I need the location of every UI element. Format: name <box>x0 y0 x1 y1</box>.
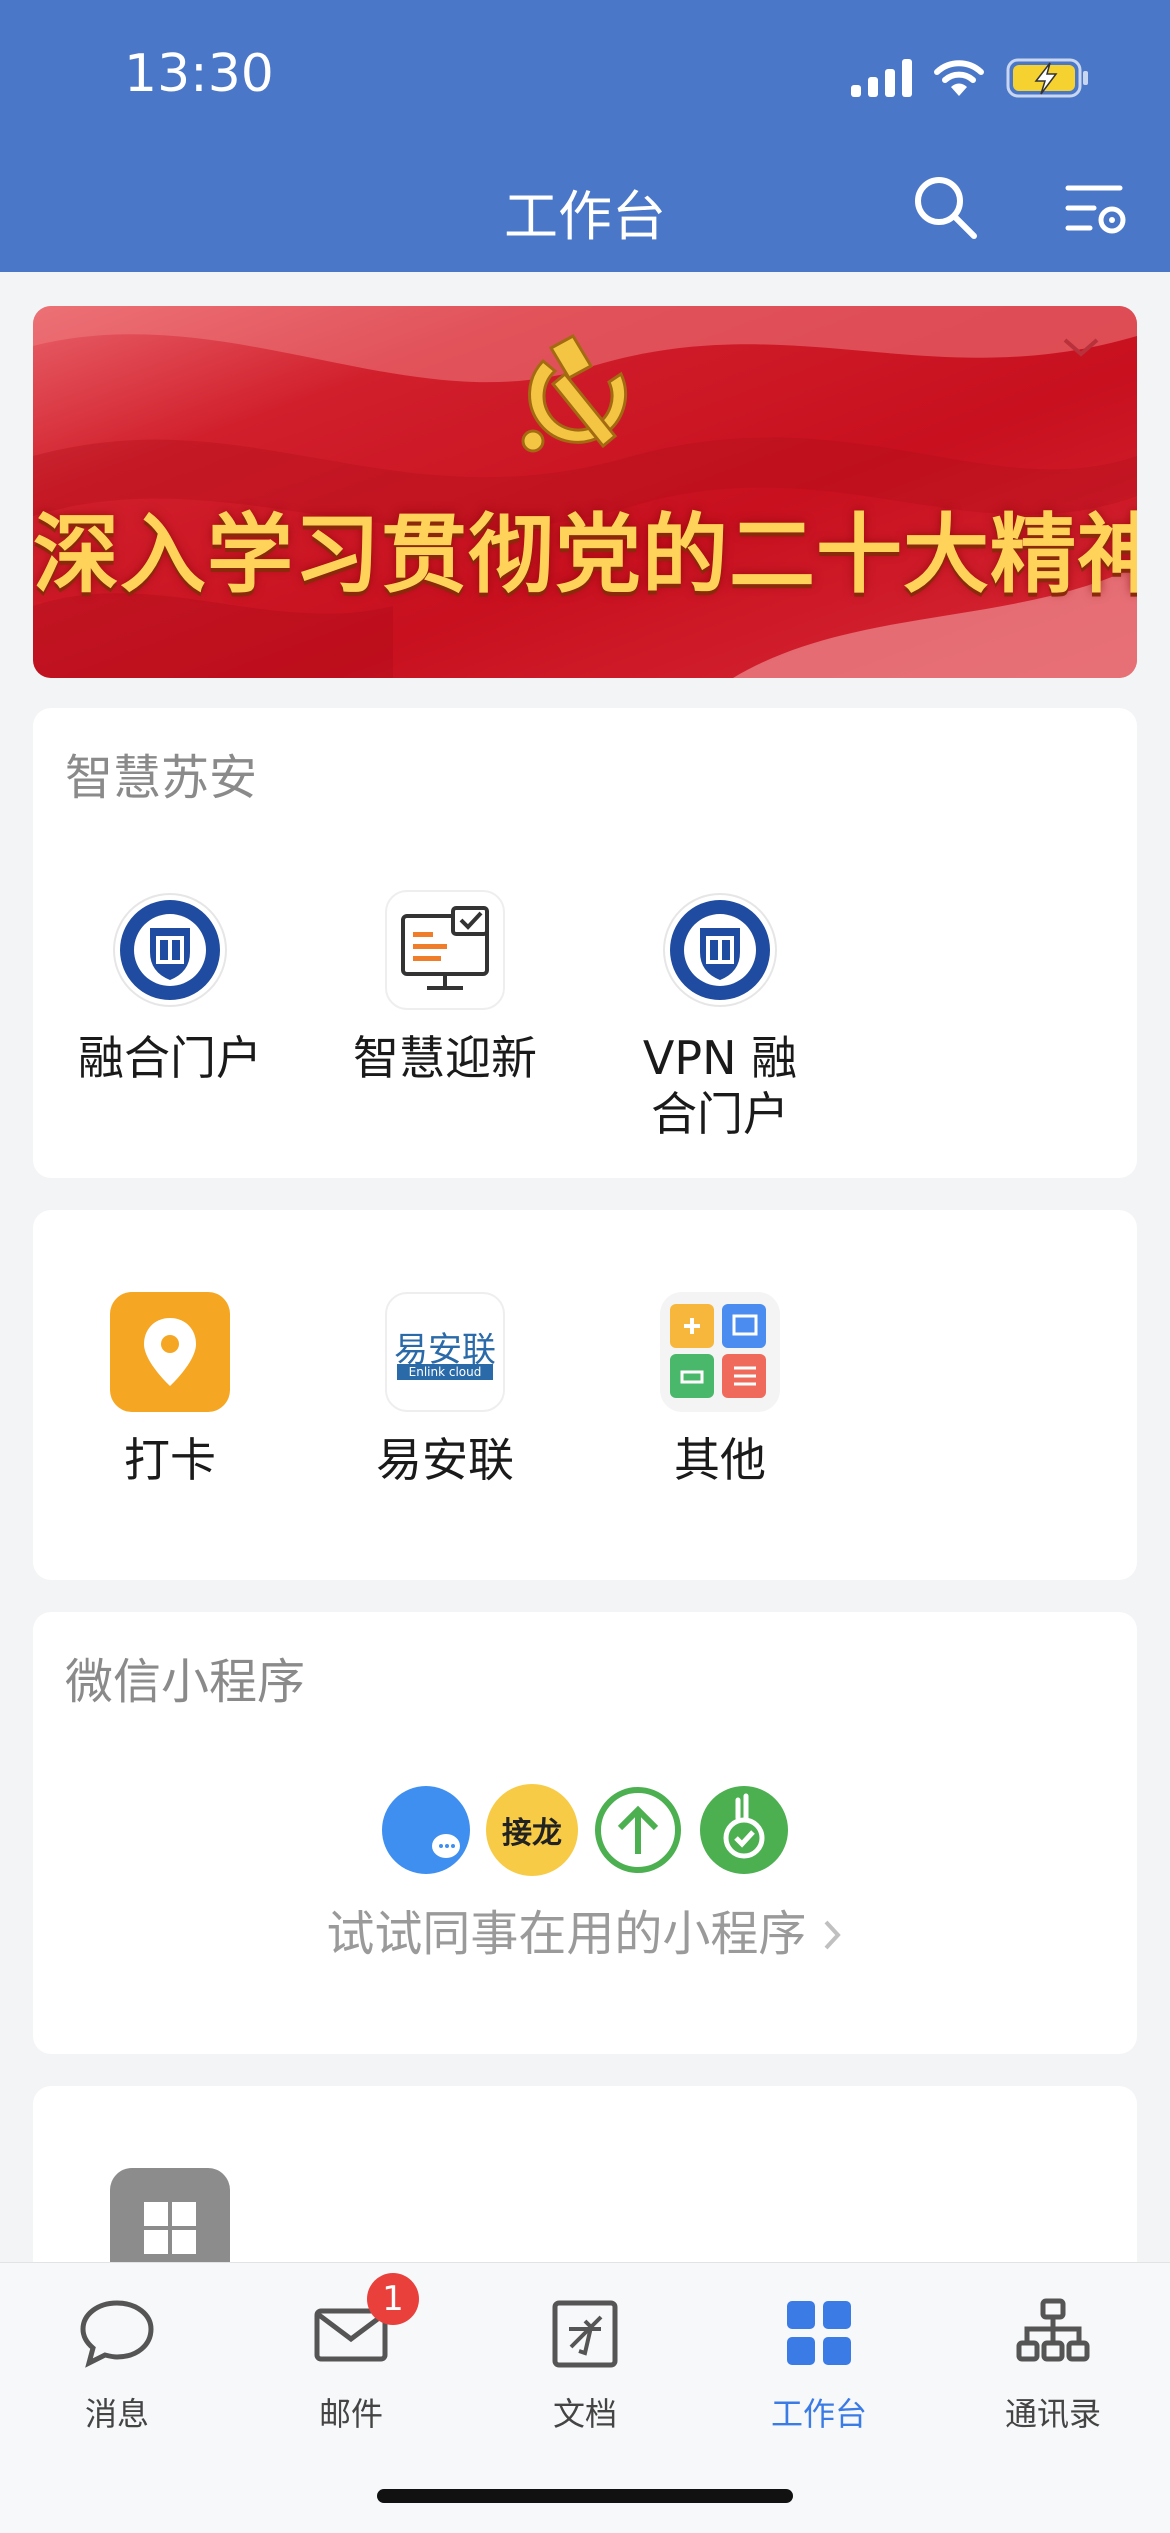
home-indicator[interactable] <box>377 2489 793 2503</box>
app-label: 易安联 <box>376 1433 514 1487</box>
search-icon[interactable] <box>910 172 980 242</box>
jielong-icon: 接龙 <box>486 1784 578 1876</box>
app-label: 智慧迎新 <box>353 1031 537 1085</box>
tab-messages[interactable]: 消息 <box>0 2293 234 2435</box>
mini-program-section: 微信小程序 接龙 试试同事在用的小程序 <box>33 1612 1137 2054</box>
tab-label: 文档 <box>552 2395 617 2433</box>
location-pin-icon <box>110 1292 230 1412</box>
app-label: 其他 <box>674 1433 766 1487</box>
school-emblem-icon <box>110 890 230 1010</box>
app-label: 融合门户 <box>78 1031 262 1085</box>
workbench-grid-icon <box>779 2293 859 2373</box>
app-clock-in[interactable]: 打卡 <box>55 1292 285 1488</box>
computer-screen-icon <box>385 890 505 1010</box>
tab-label: 工作台 <box>770 2395 867 2433</box>
status-icons <box>851 52 1090 104</box>
promo-banner[interactable]: 深入学习贯彻党的二十大精神 <box>33 306 1137 678</box>
tab-mail[interactable]: 1 邮件 <box>234 2273 468 2435</box>
page-title: 工作台 <box>504 185 666 248</box>
tools-section: 打卡 易安联 Enlink cloud 易安联 其他 <box>33 1210 1137 1580</box>
tab-contacts[interactable]: 通讯录 <box>936 2293 1170 2435</box>
app-grid-icon <box>660 1292 780 1412</box>
smart-campus-section: 智慧苏安 融合门户 智慧迎新 VPN 融合门户 <box>33 708 1137 1178</box>
app-header: 13:30 工作台 <box>0 0 1170 272</box>
app-smart-welcome[interactable]: 智慧迎新 <box>330 890 560 1086</box>
party-emblem-icon <box>521 333 628 453</box>
document-icon <box>545 2293 625 2373</box>
banner-title: 深入学习贯彻党的二十大精神 <box>33 505 1137 605</box>
tab-label: 消息 <box>84 2395 149 2433</box>
mail-icon: 1 <box>311 2273 419 2373</box>
app-vpn-portal[interactable]: VPN 融合门户 <box>605 890 835 1142</box>
tab-label: 邮件 <box>318 2395 383 2433</box>
section-title: 智慧苏安 <box>65 750 258 806</box>
chevron-right-icon <box>824 1920 841 1950</box>
school-emblem-icon <box>660 890 780 1010</box>
signal-icon <box>851 59 912 97</box>
enlink-logo-sub: Enlink cloud <box>397 1364 493 1380</box>
app-label: VPN 融合门户 <box>642 1031 798 1141</box>
contacts-org-icon <box>1013 2293 1093 2373</box>
hand-check-icon <box>700 1786 788 1874</box>
section-title: 微信小程序 <box>65 1654 306 1710</box>
tab-documents[interactable]: 文档 <box>468 2293 702 2435</box>
chat-icon <box>77 2293 157 2373</box>
bottom-tab-bar: 消息 1 邮件 文档 工作台 通讯录 <box>0 2262 1170 2533</box>
app-label: 打卡 <box>124 1433 216 1487</box>
unread-badge: 1 <box>367 2273 419 2325</box>
tab-workbench[interactable]: 工作台 <box>702 2293 936 2435</box>
app-fusion-portal[interactable]: 融合门户 <box>55 890 285 1086</box>
enlink-logo-icon: 易安联 Enlink cloud <box>385 1292 505 1412</box>
battery-charging-icon <box>1006 58 1088 98</box>
chevron-down-icon[interactable] <box>1061 336 1101 360</box>
mini-program-icons[interactable]: 接龙 <box>33 1784 1137 1876</box>
settings-list-icon[interactable] <box>1062 176 1132 246</box>
tab-label: 通讯录 <box>1004 2395 1101 2433</box>
hint-text: 试试同事在用的小程序 <box>326 1906 807 1962</box>
mini-program-hint[interactable]: 试试同事在用的小程序 <box>33 1894 1137 1964</box>
app-other[interactable]: 其他 <box>605 1292 835 1488</box>
up-arrow-icon <box>595 1787 681 1873</box>
chat-bubble-icon <box>382 1786 470 1874</box>
app-enlink[interactable]: 易安联 Enlink cloud 易安联 <box>330 1292 560 1488</box>
wifi-icon <box>934 60 984 96</box>
status-time: 13:30 <box>124 44 274 104</box>
